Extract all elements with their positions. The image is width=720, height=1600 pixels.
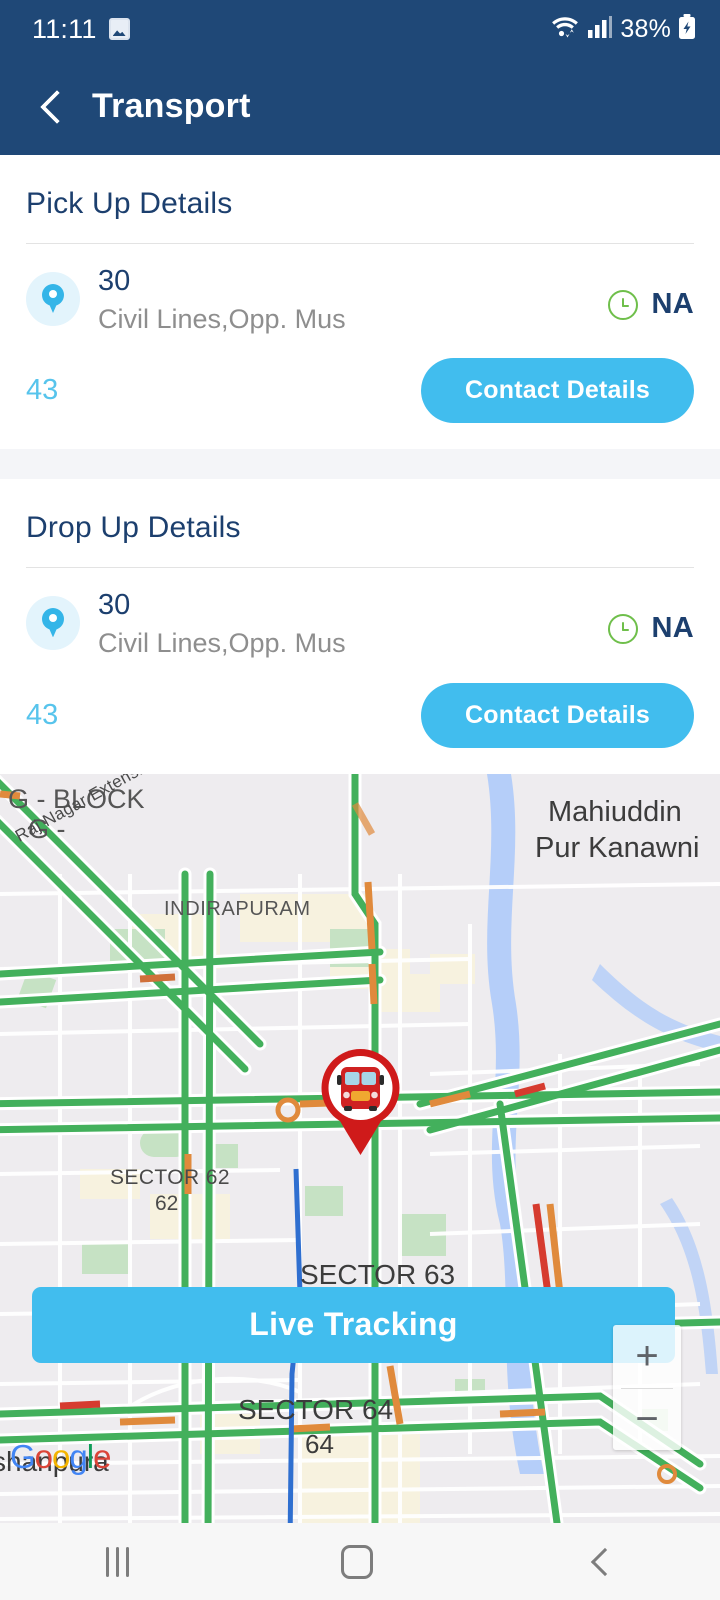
- zoom-divider: [621, 1387, 673, 1389]
- phone-screen: 11:11 38% Transport Pick Up Details 30 C…: [0, 0, 720, 1600]
- drop-action-row: 43 Contact Details: [26, 659, 694, 774]
- bus-marker-pin-icon[interactable]: [313, 1047, 408, 1157]
- battery-charging-icon: [678, 13, 696, 45]
- plus-icon: +: [635, 1334, 659, 1379]
- battery-percent: 38%: [620, 14, 671, 43]
- live-tracking-button[interactable]: Live Tracking: [32, 1286, 675, 1363]
- pickup-eta: NA: [651, 288, 694, 320]
- status-bar-left: 11:11: [32, 14, 130, 45]
- pickup-stop-code: 30: [98, 265, 131, 297]
- map-canvas: [0, 773, 720, 1545]
- status-time: 11:11: [32, 13, 97, 44]
- clock-icon: [607, 289, 638, 320]
- status-bar-right: 38%: [550, 13, 696, 45]
- pickup-stop-text: 30 Civil Lines,Opp. Mus: [98, 266, 608, 334]
- pickup-title: Pick Up Details: [26, 187, 233, 220]
- back-chevron-icon[interactable]: [34, 90, 68, 124]
- google-logo: Google: [10, 1438, 111, 1475]
- pickup-details-card: Pick Up Details 30 Civil Lines,Opp. Mus …: [0, 155, 720, 450]
- pickup-action-row: 43 Contact Details: [26, 334, 694, 449]
- drop-details-card: Drop Up Details 30 Civil Lines,Opp. Mus …: [0, 479, 720, 774]
- status-bar: 11:11 38%: [0, 0, 720, 58]
- zoom-in-button[interactable]: +: [613, 1325, 681, 1388]
- map-pin-icon: [26, 596, 80, 651]
- recents-icon[interactable]: [106, 1546, 130, 1577]
- map-pin-icon: [26, 272, 80, 326]
- pickup-stop-address: Civil Lines,Opp. Mus: [98, 303, 346, 334]
- drop-eta-group: NA: [607, 612, 695, 645]
- system-nav-bar: [0, 1523, 720, 1600]
- drop-title: Drop Up Details: [26, 511, 241, 545]
- drop-stop-row: 30 Civil Lines,Opp. Mus NA: [26, 568, 694, 658]
- signal-bars-icon: [587, 15, 613, 44]
- back-icon[interactable]: [586, 1548, 614, 1576]
- app-bar: Transport: [0, 58, 720, 155]
- clock-icon: [607, 613, 638, 644]
- map-zoom-controls[interactable]: + −: [613, 1325, 681, 1450]
- drop-stop-code: 30: [98, 589, 131, 622]
- drop-eta: NA: [651, 612, 694, 645]
- pickup-stop-row: 30 Civil Lines,Opp. Mus NA: [26, 244, 694, 334]
- page-title: Transport: [92, 87, 251, 125]
- pickup-route-number: 43: [26, 374, 59, 407]
- wifi-icon: [550, 14, 580, 45]
- drop-contact-details-button[interactable]: Contact Details: [421, 682, 694, 748]
- drop-stop-text: 30 Civil Lines,Opp. Mus: [98, 590, 608, 658]
- drop-route-number: 43: [26, 698, 59, 731]
- pickup-eta-group: NA: [607, 288, 695, 321]
- card-separator: [0, 449, 720, 480]
- image-icon: [108, 18, 130, 40]
- minus-icon: −: [635, 1396, 659, 1441]
- drop-stop-address: Civil Lines,Opp. Mus: [98, 628, 346, 659]
- pickup-contact-details-button[interactable]: Contact Details: [421, 358, 694, 424]
- zoom-out-button[interactable]: −: [613, 1387, 681, 1451]
- home-icon[interactable]: [341, 1544, 374, 1579]
- map-view[interactable]: G - BLOCK G - Raj Nagar Extension Elevat…: [0, 773, 720, 1545]
